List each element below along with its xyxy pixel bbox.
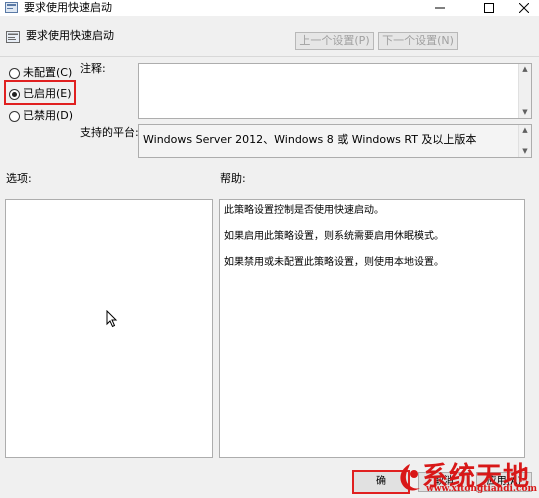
radio-label: 已禁用(D) — [23, 109, 74, 122]
scroll-down-icon[interactable]: ▼ — [519, 146, 531, 157]
close-button[interactable] — [509, 0, 539, 16]
comment-scrollbar[interactable]: ▲ ▼ — [518, 64, 531, 118]
options-panel — [5, 199, 213, 458]
policy-setting-icon — [6, 31, 20, 43]
scroll-down-icon[interactable]: ▼ — [519, 107, 531, 118]
radio-circle[interactable] — [9, 67, 20, 79]
scroll-up-icon[interactable]: ▲ — [519, 125, 531, 136]
help-line: 如果启用此策略设置，则系统需要启用休眠模式。 — [224, 231, 444, 242]
radio-label: 未配置(C) — [23, 66, 73, 79]
watermark-emblem-icon — [400, 464, 420, 491]
scroll-up-icon[interactable]: ▲ — [519, 64, 531, 75]
help-panel: 此策略设置控制是否使用快速启动。 如果启用此策略设置，则系统需要启用休眠模式。 … — [219, 199, 525, 458]
platform-scrollbar[interactable]: ▲ ▼ — [518, 125, 531, 157]
options-label: 选项: — [6, 172, 32, 185]
minimize-button[interactable] — [425, 0, 455, 16]
close-icon — [519, 3, 529, 13]
help-line: 此策略设置控制是否使用快速启动。 — [224, 205, 384, 216]
help-line: 如果禁用或未配置此策略设置，则使用本地设置。 — [224, 257, 444, 268]
watermark-logo: 系统天地 www.xitongtiandi.com — [396, 458, 539, 498]
window-title: 要求使用快速启动 — [24, 1, 112, 14]
maximize-button[interactable] — [474, 0, 504, 16]
platform-field: Windows Server 2012、Windows 8 或 Windows … — [138, 124, 532, 158]
highlight-box — [4, 80, 76, 105]
watermark-url: www.xitongtiandi.com — [426, 484, 538, 494]
platform-value: Windows Server 2012、Windows 8 或 Windows … — [143, 133, 477, 146]
comment-label: 注释: — [80, 62, 106, 75]
prev-setting-button[interactable]: 上一个设置(P) — [295, 32, 374, 50]
platform-label: 支持的平台: — [80, 126, 139, 139]
minimize-icon — [435, 7, 445, 9]
comment-textarea[interactable]: ▲ ▼ — [138, 63, 532, 119]
header-divider — [0, 56, 539, 57]
radio-circle[interactable] — [9, 110, 20, 122]
mouse-cursor-icon — [106, 310, 118, 328]
help-label: 帮助: — [220, 172, 246, 185]
radio-not-configured[interactable]: 未配置(C) — [9, 65, 72, 81]
policy-title: 要求使用快速启动 — [26, 29, 114, 42]
maximize-icon — [484, 3, 494, 13]
next-setting-button[interactable]: 下一个设置(N) — [378, 32, 458, 50]
policy-icon — [5, 2, 18, 13]
radio-disabled[interactable]: 已禁用(D) — [9, 108, 73, 124]
